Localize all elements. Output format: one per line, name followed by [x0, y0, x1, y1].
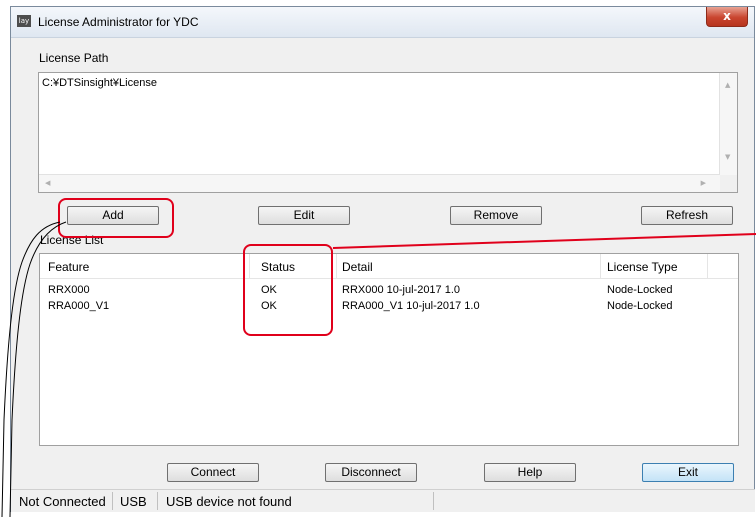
status-divider [157, 492, 158, 510]
license-path-value: C:¥DTSinsight¥License [42, 77, 157, 89]
title-bar[interactable]: lay License Administrator for YDC x [11, 7, 754, 38]
license-type-cell: Node-Locked [607, 300, 673, 312]
license-list-table[interactable]: Feature Status Detail License Type RRX00… [39, 253, 739, 446]
scrollbar-corner [720, 175, 737, 192]
refresh-button[interactable]: Refresh [641, 206, 733, 225]
column-divider [600, 254, 601, 278]
detail-cell: RRA000_V1 10-jul-2017 1.0 [342, 300, 480, 312]
help-button[interactable]: Help [484, 463, 576, 482]
scroll-right-icon[interactable]: ▶ [701, 179, 706, 187]
status-column-highlight [243, 244, 333, 336]
detail-cell: RRX000 10-jul-2017 1.0 [342, 284, 461, 296]
status-divider [112, 492, 113, 510]
connect-button[interactable]: Connect [167, 463, 259, 482]
device-message: USB device not found [166, 494, 292, 509]
scroll-left-icon[interactable]: ◀ [45, 179, 50, 187]
status-divider [433, 492, 434, 510]
close-button[interactable]: x [706, 7, 748, 27]
app-icon: lay [17, 15, 31, 27]
column-divider [707, 254, 708, 278]
feature-cell: RRA000_V1 [48, 300, 110, 312]
horizontal-scrollbar[interactable]: ◀ ▶ [39, 174, 720, 192]
column-divider [336, 254, 337, 278]
column-header-feature[interactable]: Feature [48, 260, 89, 274]
license-path-textarea[interactable]: C:¥DTSinsight¥License ▲ ▼ ◀ ▶ [38, 72, 738, 193]
status-bar: Not Connected USB USB device not found [11, 489, 755, 512]
remove-button[interactable]: Remove [450, 206, 542, 225]
feature-cell: RRX000 [48, 284, 90, 296]
exit-button[interactable]: Exit [642, 463, 734, 482]
scroll-up-icon[interactable]: ▲ [725, 81, 730, 89]
license-path-label: License Path [39, 51, 109, 65]
add-button-highlight [58, 198, 174, 238]
vertical-scrollbar[interactable]: ▲ ▼ [719, 73, 737, 175]
table-header: Feature Status Detail License Type [40, 254, 738, 279]
column-header-license-type[interactable]: License Type [607, 260, 678, 274]
scroll-down-icon[interactable]: ▼ [725, 153, 730, 161]
window-title: License Administrator for YDC [38, 15, 199, 29]
column-header-detail[interactable]: Detail [342, 260, 373, 274]
interface-status: USB [120, 494, 147, 509]
connection-status: Not Connected [19, 494, 106, 509]
edit-button[interactable]: Edit [258, 206, 350, 225]
license-type-cell: Node-Locked [607, 284, 673, 296]
disconnect-button[interactable]: Disconnect [325, 463, 417, 482]
